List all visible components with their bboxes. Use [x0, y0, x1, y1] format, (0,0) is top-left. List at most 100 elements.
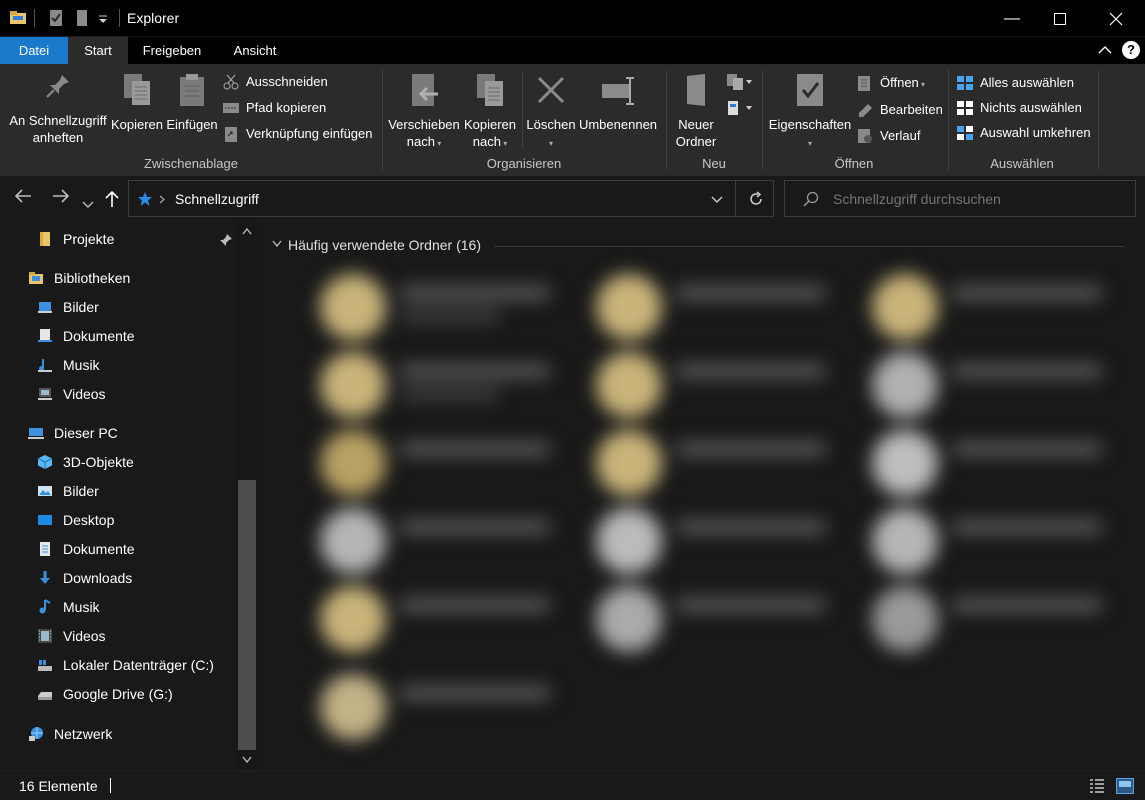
- select-all-button[interactable]: Alles auswählen: [956, 72, 1074, 94]
- nav-item-bilder[interactable]: Bilder: [37, 478, 99, 504]
- copy-path-label: Pfad kopieren: [246, 100, 327, 115]
- recent-locations-button[interactable]: [82, 193, 94, 214]
- pin-icon[interactable]: [219, 233, 233, 247]
- delete-label: Löschen: [526, 117, 576, 132]
- nav-item-musik[interactable]: Musik: [37, 594, 100, 620]
- paste-shortcut-button[interactable]: Verknüpfung einfügen: [222, 123, 373, 145]
- nav-item-lib-musik[interactable]: Musik: [37, 352, 100, 378]
- maximize-button[interactable]: [1036, 0, 1084, 37]
- cut-button[interactable]: Ausschneiden: [222, 71, 328, 93]
- nav-item-3d-objekte[interactable]: 3D-Objekte: [37, 449, 134, 475]
- nav-item-lib-bilder[interactable]: Bilder: [37, 294, 99, 320]
- rename-button[interactable]: Umbenennen: [578, 72, 658, 133]
- scroll-up-icon[interactable]: [242, 228, 252, 235]
- search-box[interactable]: [784, 180, 1136, 217]
- properties-icon: [797, 74, 823, 106]
- paste-icon: [180, 74, 204, 106]
- blurred-folder-caption: [676, 442, 826, 456]
- collapse-ribbon-icon[interactable]: [1098, 45, 1112, 55]
- move-to-icon: [412, 74, 438, 106]
- refresh-icon[interactable]: [748, 191, 764, 207]
- minimize-button[interactable]: —: [988, 0, 1036, 37]
- copy-path-icon: [223, 103, 239, 113]
- nav-item-label: Musik: [63, 357, 100, 373]
- large-icons-view-icon[interactable]: [1116, 778, 1134, 794]
- open-button[interactable]: Öffnen ▾: [856, 72, 925, 94]
- scroll-down-icon[interactable]: [242, 756, 252, 763]
- tab-share[interactable]: Freigeben: [128, 37, 216, 64]
- download-arrow-icon: [40, 571, 50, 584]
- nav-item-drive-c[interactable]: Lokaler Datenträger (C:): [37, 652, 214, 678]
- nav-item-dokumente[interactable]: Dokumente: [37, 536, 135, 562]
- tab-home[interactable]: Start: [68, 37, 128, 64]
- group-header[interactable]: Häufig verwendete Ordner (16): [288, 237, 481, 253]
- move-to-dropdown-icon: ▾: [434, 139, 442, 148]
- tab-file[interactable]: Datei: [0, 37, 68, 64]
- new-folder-label-line1: Neuer: [678, 117, 714, 132]
- select-none-button[interactable]: Nichts auswählen: [956, 97, 1082, 119]
- copy-button[interactable]: Kopieren: [110, 72, 164, 133]
- pin-to-quick-access-button[interactable]: An Schnellzugriff anheften: [8, 72, 108, 146]
- status-divider: [110, 778, 111, 793]
- search-input[interactable]: [831, 189, 1121, 209]
- nav-item-label: 3D-Objekte: [63, 454, 134, 470]
- invert-selection-button[interactable]: Auswahl umkehren: [956, 122, 1091, 144]
- tab-view[interactable]: Ansicht: [216, 37, 294, 64]
- delete-button[interactable]: Löschen ▾: [526, 72, 576, 152]
- nav-item-videos[interactable]: Videos: [37, 623, 106, 649]
- nav-item-label: Google Drive (G:): [63, 686, 173, 702]
- nav-item-projekte[interactable]: Projekte: [37, 226, 227, 252]
- details-view-icon[interactable]: [1089, 778, 1105, 794]
- nav-item-lib-videos[interactable]: Videos: [37, 381, 106, 407]
- address-history-chevron-icon[interactable]: [711, 196, 723, 204]
- address-bar[interactable]: Schnellzugriff: [128, 180, 774, 217]
- nav-item-label: Downloads: [63, 570, 133, 586]
- easy-access-button[interactable]: [726, 98, 752, 120]
- blurred-folder-caption: [952, 598, 1102, 612]
- this-pc-icon: [28, 428, 44, 439]
- copy-to-button[interactable]: Kopieren nach ▾: [461, 72, 519, 152]
- properties-button[interactable]: Eigenschaften ▾: [768, 72, 852, 152]
- nav-item-label: Musik: [63, 599, 100, 615]
- nav-item-dieser-pc[interactable]: Dieser PC: [28, 420, 118, 446]
- copy-label: Kopieren: [110, 117, 164, 132]
- nav-item-downloads[interactable]: Downloads: [37, 565, 132, 591]
- history-button[interactable]: Verlauf: [856, 125, 920, 147]
- properties-quick-icon[interactable]: [48, 9, 64, 27]
- status-bar: 16 Elemente: [0, 770, 1145, 800]
- copy-path-button[interactable]: Pfad kopieren: [222, 97, 326, 119]
- customize-dropdown-icon[interactable]: [98, 15, 108, 25]
- new-folder-button[interactable]: Neuer Ordner: [672, 72, 720, 150]
- select-all-label: Alles auswählen: [980, 75, 1074, 90]
- breadcrumb[interactable]: Schnellzugriff: [175, 191, 259, 207]
- edit-button[interactable]: Bearbeiten: [856, 99, 943, 121]
- nav-item-lib-dokumente[interactable]: Dokumente: [37, 323, 135, 349]
- back-button[interactable]: [14, 188, 32, 209]
- blurred-folder-thumbnail: [320, 430, 386, 496]
- explorer-app-icon[interactable]: [9, 9, 27, 25]
- group-collapse-chevron-icon[interactable]: [272, 240, 282, 247]
- group-header-rule: [494, 246, 1124, 247]
- help-icon[interactable]: ?: [1122, 41, 1140, 59]
- blurred-folder-thumbnail: [872, 508, 938, 574]
- nav-item-netzwerk[interactable]: Netzwerk: [28, 721, 112, 747]
- pictures-icon: [38, 486, 52, 496]
- nav-item-desktop[interactable]: Desktop: [37, 507, 114, 533]
- close-button[interactable]: [1092, 0, 1140, 37]
- group-label-organize: Organisieren: [486, 156, 562, 171]
- new-folder-quick-icon[interactable]: [75, 9, 89, 27]
- new-item-button[interactable]: [726, 72, 752, 94]
- rename-label: Umbenennen: [578, 117, 658, 132]
- ribbon: An Schnellzugriff anheften Kopieren Einf…: [0, 64, 1145, 176]
- ribbon-tab-strip: Datei Start Freigeben Ansicht ?: [0, 37, 1145, 64]
- nav-scrollbar[interactable]: [236, 222, 258, 770]
- nav-item-bibliotheken[interactable]: Bibliotheken: [28, 265, 130, 291]
- window-title: Explorer: [127, 10, 180, 26]
- open-dropdown-icon: ▾: [918, 80, 926, 89]
- forward-button[interactable]: [52, 188, 70, 209]
- scrollbar-thumb[interactable]: [238, 480, 256, 750]
- paste-button[interactable]: Einfügen: [166, 72, 218, 133]
- up-button[interactable]: [104, 190, 120, 213]
- move-to-button[interactable]: Verschieben nach ▾: [388, 72, 460, 152]
- nav-item-drive-g[interactable]: Google Drive (G:): [37, 681, 173, 707]
